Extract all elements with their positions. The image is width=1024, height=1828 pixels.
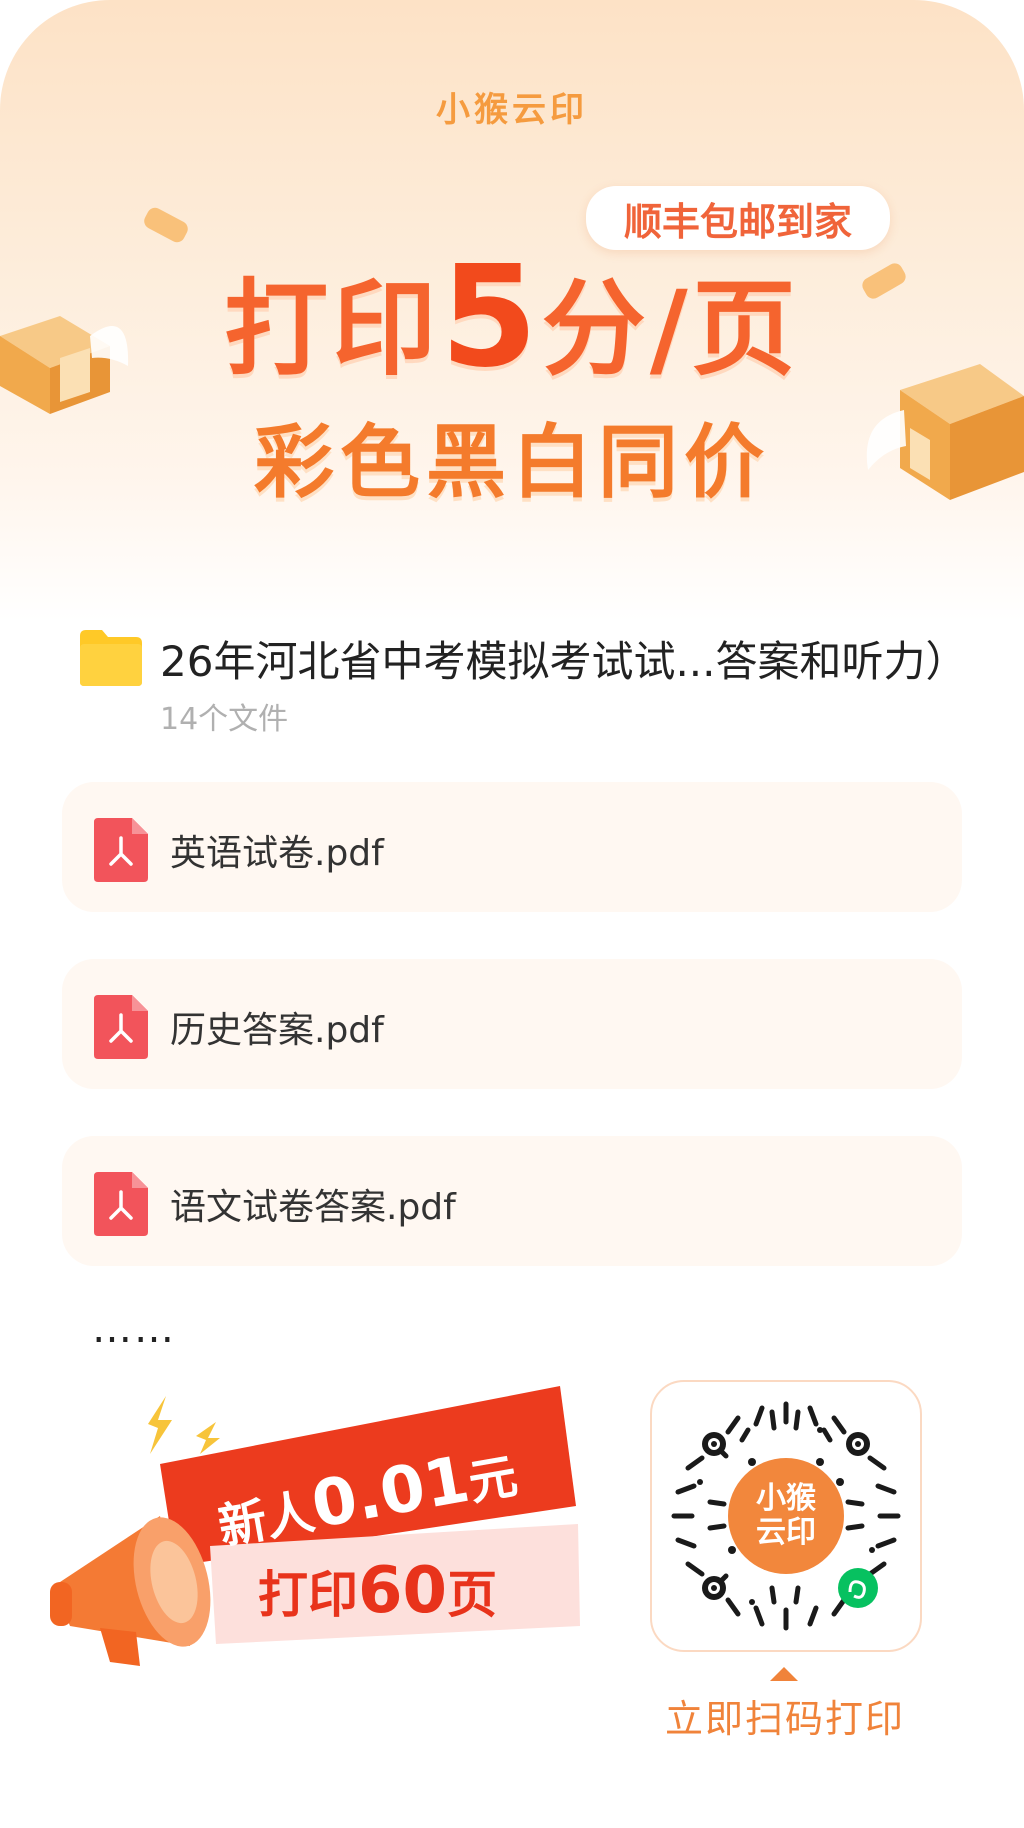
pdf-file-icon <box>94 1172 148 1236</box>
file-name: 历史答案.pdf <box>170 1010 384 1051</box>
file-item[interactable]: 历史答案.pdf <box>62 959 962 1089</box>
file-name: 语文试卷答案.pdf <box>170 1187 456 1228</box>
new-user-promo: 新人0.01元 打印60页 <box>50 1386 580 1666</box>
mini-program-qr-code-icon: 小猴 云印 <box>671 1401 901 1631</box>
qr-code-card[interactable]: 小猴 云印 <box>650 1380 922 1652</box>
file-item[interactable]: 英语试卷.pdf <box>62 782 962 912</box>
headline-price: 打印5分/页 <box>0 236 1024 399</box>
more-files-ellipsis: …… <box>92 1306 176 1352</box>
file-item[interactable]: 语文试卷答案.pdf <box>62 1136 962 1266</box>
lightning-icon <box>148 1396 172 1454</box>
poster-card: 小猴云印 顺丰包邮到家 打印5分/页 彩色黑白同价 26年河北省中考模拟考试试.… <box>0 0 1024 1828</box>
headline-subtitle: 彩色黑白同价 <box>254 416 770 509</box>
wechat-mini-program-icon <box>838 1568 878 1608</box>
promo-line2-number: 60 <box>358 1554 447 1628</box>
lightning-icon <box>196 1422 220 1454</box>
svg-text:打印60页: 打印60页 <box>258 1554 497 1628</box>
headline-number: 5 <box>440 236 542 399</box>
arrow-up-icon <box>770 1667 798 1681</box>
promo-line2-prefix: 打印 <box>258 1566 358 1624</box>
folder-header[interactable]: 26年河北省中考模拟考试试...答案和听力） 14个文件 <box>78 628 978 738</box>
qr-center-text: 小猴 <box>756 1481 816 1516</box>
file-name: 英语试卷.pdf <box>170 833 384 874</box>
brand-logo-text: 小猴云印 <box>436 90 588 130</box>
scan-to-print-cta: 立即扫码打印 <box>664 1697 905 1741</box>
qr-center-text: 云印 <box>756 1515 816 1550</box>
promo-line2-suffix: 页 <box>447 1566 497 1624</box>
promo-line1-suffix: 元 <box>464 1448 521 1511</box>
folder-icon <box>80 630 142 686</box>
folder-title: 26年河北省中考模拟考试试...答案和听力） <box>160 637 968 686</box>
folder-file-count: 14个文件 <box>160 702 289 737</box>
pdf-file-icon <box>94 995 148 1059</box>
headline-prefix: 打印 <box>224 268 441 390</box>
pdf-file-icon <box>94 818 148 882</box>
headline-suffix: 分/页 <box>541 268 800 390</box>
